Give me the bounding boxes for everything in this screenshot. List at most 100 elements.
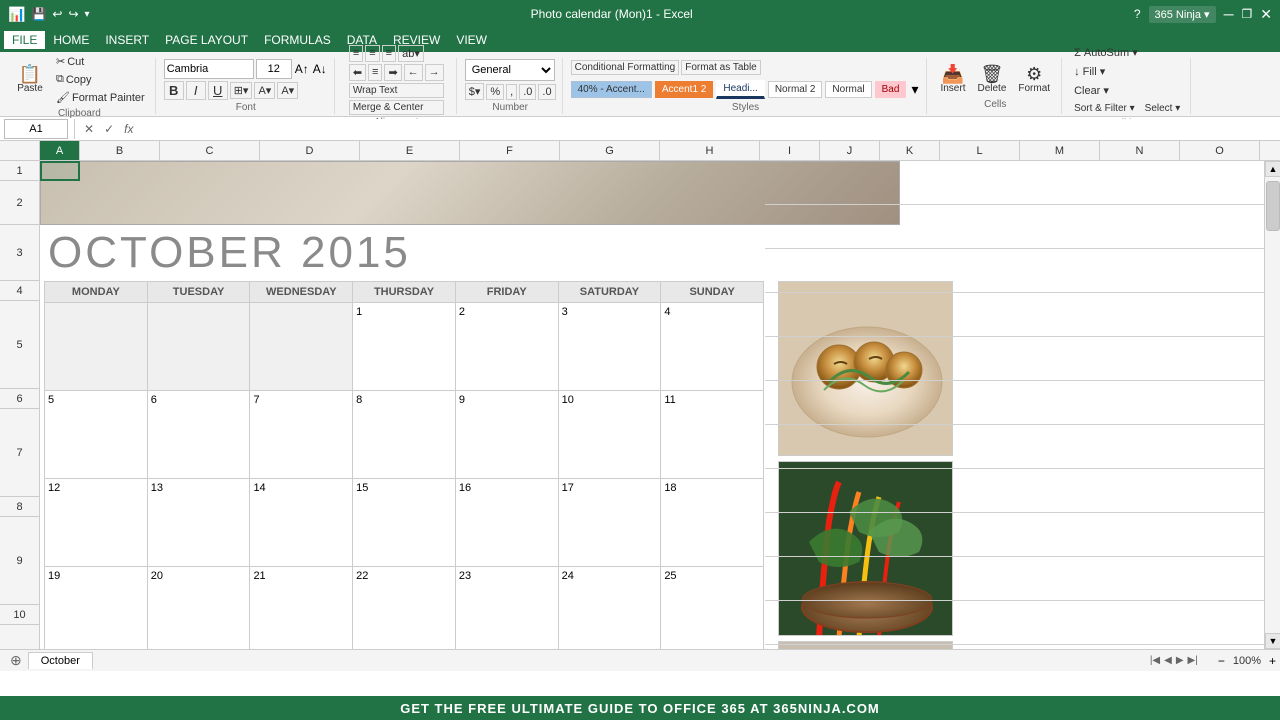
row-header-6[interactable]: 6 [0, 389, 39, 409]
scroll-up-button[interactable]: ▲ [1265, 161, 1280, 177]
cal-day-2[interactable]: 2 [456, 303, 559, 390]
paste-button[interactable]: 📋 Paste [10, 62, 50, 97]
col-header-b[interactable]: B [80, 141, 160, 160]
sort-filter-button[interactable]: Sort & Filter ▾ [1070, 101, 1139, 116]
font-size-down[interactable]: A↓ [312, 61, 328, 77]
close-button[interactable]: ✕ [1260, 6, 1272, 23]
col-header-j[interactable]: J [820, 141, 880, 160]
col-header-f[interactable]: F [460, 141, 560, 160]
add-sheet-button[interactable]: ⊕ [4, 650, 28, 671]
autosum-button[interactable]: Σ AutoSum ▾ [1070, 44, 1184, 61]
cal-day-17[interactable]: 17 [559, 479, 662, 566]
underline-button[interactable]: U [208, 81, 228, 100]
cal-day-8[interactable]: 8 [353, 391, 456, 478]
col-header-n[interactable]: N [1100, 141, 1180, 160]
row-header-3[interactable]: 3 [0, 225, 39, 281]
insert-function-button[interactable]: fx [121, 122, 136, 136]
minimize-button[interactable]: ─ [1224, 6, 1234, 22]
tab-scroll-first[interactable]: |◀ [1150, 655, 1160, 666]
font-size-input[interactable] [256, 59, 292, 79]
menu-view[interactable]: VIEW [448, 31, 495, 49]
font-size-up[interactable]: A↑ [294, 61, 310, 77]
cancel-formula-button[interactable]: ✕ [81, 122, 97, 136]
col-header-m[interactable]: M [1020, 141, 1100, 160]
cal-day-1[interactable]: 1 [353, 303, 456, 390]
menu-page-layout[interactable]: PAGE LAYOUT [157, 31, 256, 49]
cal-day-3[interactable]: 3 [559, 303, 662, 390]
col-header-c[interactable]: C [160, 141, 260, 160]
format-button[interactable]: ⚙ Format [1013, 62, 1055, 97]
col-header-g[interactable]: G [560, 141, 660, 160]
col-header-d[interactable]: D [260, 141, 360, 160]
row-header-1[interactable]: 1 [0, 161, 39, 181]
cal-day-empty-2[interactable] [148, 303, 251, 390]
cal-day-21[interactable]: 21 [250, 567, 353, 649]
cal-day-12[interactable]: 12 [45, 479, 148, 566]
row-header-2[interactable]: 2 [0, 181, 39, 225]
merge-center-button[interactable]: Merge & Center [349, 100, 444, 115]
cal-day-25[interactable]: 25 [661, 567, 763, 649]
cal-day-22[interactable]: 22 [353, 567, 456, 649]
font-color-button[interactable]: A▾ [277, 82, 298, 99]
indent-decrease-button[interactable]: ← [404, 64, 423, 81]
number-format-select[interactable]: General Number Currency Date [465, 59, 555, 81]
zoom-slider[interactable]: 100% [1233, 655, 1261, 667]
orientation-button[interactable]: ab▾ [398, 45, 424, 62]
cal-day-9[interactable]: 9 [456, 391, 559, 478]
row-header-5[interactable]: 5 [0, 301, 39, 389]
tab-scroll-left[interactable]: ◀ [1164, 655, 1172, 666]
col-header-a[interactable]: A [40, 141, 80, 160]
cell-reference-box[interactable] [4, 119, 68, 139]
currency-button[interactable]: $▾ [465, 83, 485, 100]
row-header-11[interactable]: 11 [0, 625, 39, 649]
quick-access-save[interactable]: 💾 [31, 7, 46, 21]
col-header-i[interactable]: I [760, 141, 820, 160]
fill-button[interactable]: ↓ Fill ▾ [1070, 63, 1184, 80]
vertical-scrollbar[interactable]: ▲ ▼ [1264, 161, 1280, 649]
quick-access-undo[interactable]: ↩ [52, 7, 62, 21]
col-header-e[interactable]: E [360, 141, 460, 160]
cal-day-24[interactable]: 24 [559, 567, 662, 649]
row-header-4[interactable]: 4 [0, 281, 39, 301]
cal-day-18[interactable]: 18 [661, 479, 763, 566]
cal-day-11[interactable]: 11 [661, 391, 763, 478]
menu-formulas[interactable]: FORMULAS [256, 31, 339, 49]
align-center-button[interactable]: ≡ [368, 64, 382, 81]
zoom-in-button[interactable]: + [1269, 654, 1276, 668]
italic-button[interactable]: I [186, 81, 206, 100]
cut-button[interactable]: ✂ Cut [52, 53, 149, 70]
restore-button[interactable]: ❐ [1242, 7, 1253, 21]
indent-increase-button[interactable]: → [425, 64, 444, 81]
align-top-left[interactable]: ≡ [349, 45, 363, 62]
menu-home[interactable]: HOME [45, 31, 97, 49]
align-right-button[interactable]: ➡ [384, 64, 401, 81]
scroll-down-button[interactable]: ▼ [1265, 633, 1280, 649]
font-name-input[interactable] [164, 59, 254, 79]
row-header-7[interactable]: 7 [0, 409, 39, 497]
menu-file[interactable]: FILE [4, 31, 45, 49]
format-painter-button[interactable]: 🖌 Format Painter [52, 89, 149, 106]
style-heading[interactable]: Headi... [716, 80, 764, 99]
style-normal2[interactable]: Normal 2 [768, 81, 823, 98]
cal-day-14[interactable]: 14 [250, 479, 353, 566]
col-header-l[interactable]: L [940, 141, 1020, 160]
menu-insert[interactable]: INSERT [97, 31, 157, 49]
cal-day-20[interactable]: 20 [148, 567, 251, 649]
tab-scroll-last[interactable]: ▶| [1188, 655, 1198, 666]
cal-day-16[interactable]: 16 [456, 479, 559, 566]
cal-day-4[interactable]: 4 [661, 303, 763, 390]
ninja-button[interactable]: 365 Ninja ▾ [1149, 6, 1216, 23]
row-header-8[interactable]: 8 [0, 497, 39, 517]
find-select-button[interactable]: Select ▾ [1141, 101, 1185, 116]
style-accent1-2[interactable]: Accent1 2 [655, 81, 713, 98]
col-header-o[interactable]: O [1180, 141, 1260, 160]
scroll-thumb[interactable] [1266, 181, 1280, 231]
cal-day-empty-1[interactable] [45, 303, 148, 390]
delete-button[interactable]: 🗑 Delete [972, 62, 1011, 97]
fill-color-button[interactable]: A▾ [254, 82, 275, 99]
align-top-center[interactable]: ≡ [365, 45, 379, 62]
align-left-button[interactable]: ⬅ [349, 64, 366, 81]
copy-button[interactable]: ⧉ Copy [52, 71, 149, 88]
insert-button[interactable]: 📥 Insert [935, 62, 970, 97]
help-button[interactable]: ? [1134, 7, 1141, 21]
